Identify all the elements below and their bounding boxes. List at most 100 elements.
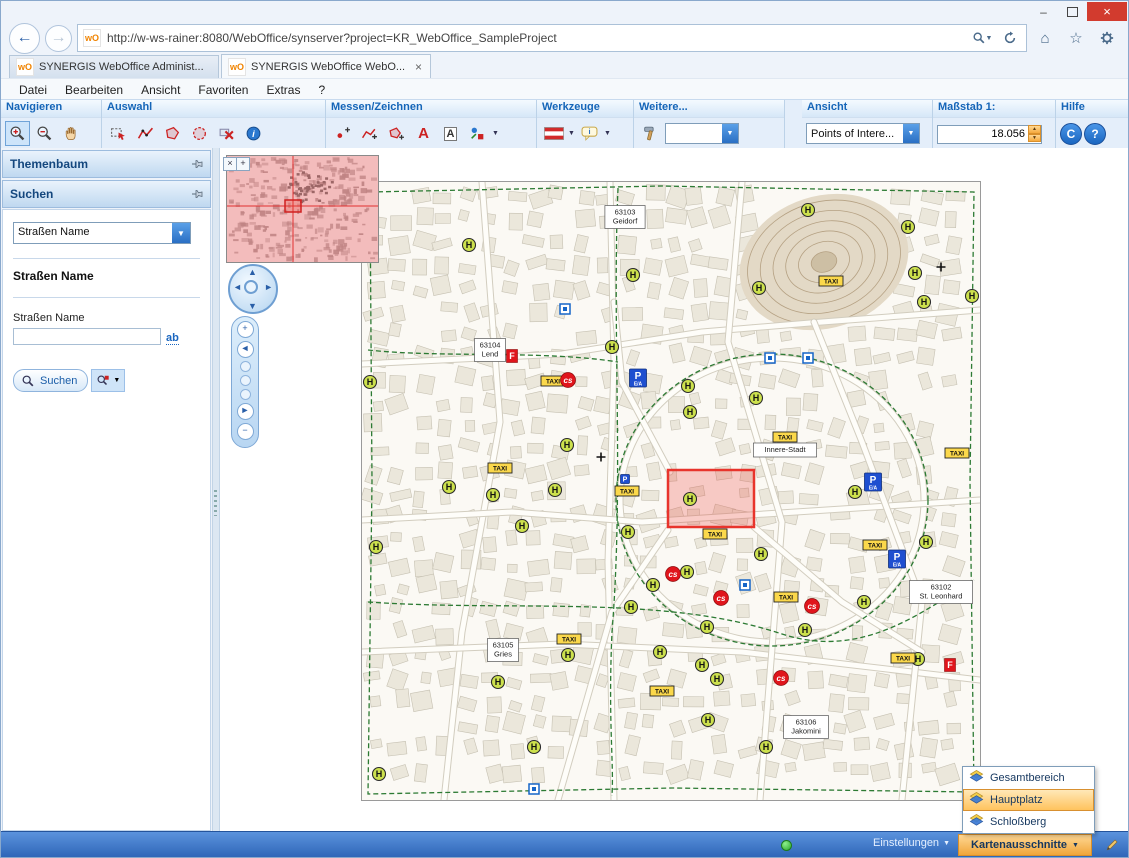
f-poi-marker[interactable]: F — [507, 350, 518, 363]
bus-stop-marker[interactable]: H — [681, 566, 694, 579]
taxi-stand-marker[interactable]: TAXI — [650, 686, 674, 696]
splitter-handle[interactable] — [214, 490, 217, 516]
ansicht-select-arrow-icon[interactable]: ▼ — [903, 124, 919, 143]
select-by-polygon-tool[interactable] — [160, 121, 185, 146]
overview-move-icon[interactable]: + — [236, 157, 250, 171]
select-by-rectangle-tool[interactable] — [106, 121, 131, 146]
bus-stop-marker[interactable]: H — [802, 204, 815, 217]
clear-selection-tool[interactable] — [214, 121, 239, 146]
taxi-stand-marker[interactable]: TAXI — [703, 529, 727, 539]
zoom-slider-tick[interactable] — [240, 375, 251, 386]
maptip-tool[interactable]: i — [577, 121, 602, 146]
maptip-dropdown-arrow[interactable]: ▼ — [604, 130, 611, 137]
pan-up-icon[interactable]: ▲ — [248, 267, 257, 277]
redlining-edit-button[interactable] — [1103, 836, 1121, 854]
parking-marker[interactable]: PE/A — [630, 369, 647, 388]
weitere-select-arrow-icon[interactable]: ▼ — [722, 124, 738, 143]
bus-stop-marker[interactable]: H — [647, 579, 660, 592]
menu-item-datei[interactable]: Datei — [11, 81, 55, 99]
menu-item-[interactable]: ? — [310, 81, 333, 99]
menu-item-bearbeiten[interactable]: Bearbeiten — [57, 81, 131, 99]
pan-center-icon[interactable] — [244, 280, 258, 294]
taxi-stand-marker[interactable]: TAXI — [773, 432, 797, 442]
address-search-icon[interactable]: ▼ — [971, 27, 993, 49]
settings-gear-button[interactable] — [1094, 25, 1120, 51]
blue-poi-marker[interactable] — [803, 353, 813, 363]
scale-spin-up-icon[interactable]: ▲ — [1028, 125, 1041, 134]
cs-poi-marker[interactable]: cs — [805, 599, 820, 614]
bus-stop-marker[interactable]: H — [528, 741, 541, 754]
overview-map[interactable] — [226, 155, 379, 263]
identify-tool[interactable]: i — [241, 121, 266, 146]
overview-extent-rect[interactable] — [285, 200, 301, 212]
parking-marker[interactable]: PE/A — [889, 550, 906, 569]
url-text[interactable]: http://w-ws-rainer:8080/WebOffice/synser… — [107, 31, 965, 45]
bus-stop-marker[interactable]: H — [364, 376, 377, 389]
bus-stop-marker[interactable]: H — [966, 290, 979, 303]
bus-stop-marker[interactable]: H — [606, 341, 619, 354]
window-minimize-button[interactable]: – — [1029, 2, 1058, 21]
bus-stop-marker[interactable]: H — [562, 649, 575, 662]
extent-menu-item[interactable]: Gesamtbereich — [963, 767, 1094, 789]
bus-stop-marker[interactable]: H — [516, 520, 529, 533]
zoom-widget-page-left-button[interactable]: ◄ — [237, 341, 254, 358]
menu-item-favoriten[interactable]: Favoriten — [190, 81, 256, 99]
zoom-widget-page-right-button[interactable]: ► — [237, 403, 254, 420]
zoom-slider-tick[interactable] — [240, 361, 251, 372]
bus-stop-marker[interactable]: H — [753, 282, 766, 295]
kartenausschnitte-menu-button[interactable]: Kartenausschnitte ▼ — [958, 834, 1092, 856]
search-dropdown-arrow[interactable]: ▼ — [986, 35, 993, 42]
f-poi-marker[interactable]: F — [945, 659, 956, 672]
bus-stop-marker[interactable]: H — [627, 269, 640, 282]
help-button[interactable]: ? — [1084, 123, 1106, 145]
bus-stop-marker[interactable]: H — [622, 526, 635, 539]
favorites-button[interactable]: ☆ — [1063, 25, 1089, 51]
country-flag-tool[interactable] — [541, 121, 566, 146]
weitere-tool-select[interactable]: ▼ — [665, 123, 739, 144]
zoom-slider-widget[interactable]: + ◄ ► − — [231, 316, 259, 448]
zoom-widget-minus-button[interactable]: − — [237, 423, 254, 440]
draw-text-tool[interactable]: A — [411, 121, 436, 146]
taxi-stand-marker[interactable]: TAXI — [945, 448, 969, 458]
address-bar[interactable]: wO http://w-ws-rainer:8080/WebOffice/syn… — [77, 24, 1027, 52]
search-type-arrow-icon[interactable]: ▼ — [172, 223, 190, 243]
exact-match-toggle[interactable]: ab — [166, 332, 179, 345]
cs-poi-marker[interactable]: cs — [666, 567, 681, 582]
zoom-widget-plus-button[interactable]: + — [237, 321, 254, 338]
bus-stop-marker[interactable]: H — [373, 768, 386, 781]
bus-stop-marker[interactable]: H — [443, 481, 456, 494]
bus-stop-marker[interactable]: H — [561, 439, 574, 452]
pan-tool[interactable] — [59, 121, 84, 146]
bus-stop-marker[interactable]: H — [702, 714, 715, 727]
blue-poi-marker[interactable] — [529, 784, 539, 794]
bus-stop-marker[interactable]: H — [760, 741, 773, 754]
bus-stop-marker[interactable]: H — [684, 406, 697, 419]
tab-close-icon[interactable]: × — [413, 60, 424, 74]
window-maximize-button[interactable] — [1058, 2, 1087, 21]
bus-stop-marker[interactable]: H — [902, 221, 915, 234]
menu-item-ansicht[interactable]: Ansicht — [133, 81, 188, 99]
map-canvas[interactable]: 63103Geidorf63104Lend63105Gries63106Jako… — [361, 181, 981, 801]
browser-forward-button[interactable]: → — [45, 25, 72, 52]
sidebar-splitter[interactable] — [212, 148, 220, 832]
copyright-help-button[interactable]: C — [1060, 123, 1082, 145]
bus-stop-marker[interactable]: H — [487, 489, 500, 502]
measure-coordinate-tool[interactable] — [330, 121, 355, 146]
measure-distance-tool[interactable] — [357, 121, 382, 146]
cs-poi-marker[interactable]: cs — [774, 671, 789, 686]
taxi-stand-marker[interactable]: TAXI — [819, 276, 843, 286]
bus-stop-marker[interactable]: H — [684, 493, 697, 506]
suchen-button[interactable]: Suchen — [13, 369, 88, 392]
tools-hammer-icon[interactable] — [638, 121, 663, 146]
bus-stop-marker[interactable]: H — [750, 392, 763, 405]
taxi-stand-marker[interactable]: TAXI — [891, 653, 915, 663]
home-button[interactable]: ⌂ — [1032, 25, 1058, 51]
window-close-button[interactable]: × — [1087, 2, 1127, 21]
flag-dropdown-arrow[interactable]: ▼ — [568, 130, 575, 137]
bus-stop-marker[interactable]: H — [799, 624, 812, 637]
search-options-button[interactable]: ▼ — [91, 369, 125, 392]
ansicht-select[interactable]: Points of Intere... ▼ — [806, 123, 920, 144]
pan-down-icon[interactable]: ▼ — [248, 301, 257, 311]
taxi-stand-marker[interactable]: TAXI — [557, 634, 581, 644]
redlining-symbols-tool[interactable] — [465, 121, 490, 146]
